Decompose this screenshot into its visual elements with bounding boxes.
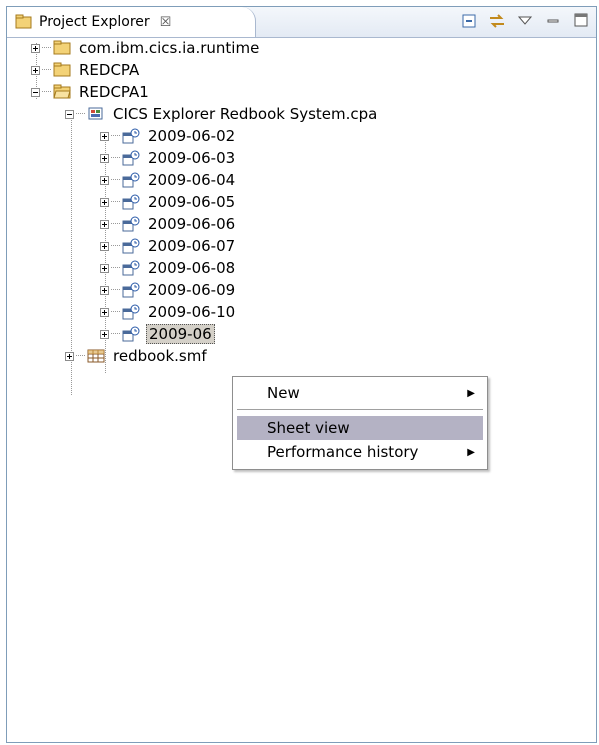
submenu-arrow-icon: ▶	[467, 446, 475, 458]
tree-item-date[interactable]: 2009-06-04	[100, 169, 237, 191]
tree-item-label: 2009-06-08	[148, 259, 236, 277]
menu-item-label: New	[267, 384, 300, 402]
close-icon[interactable]: ☒	[160, 15, 172, 30]
menu-item-label: Sheet view	[267, 419, 350, 437]
tree-item-label: 2009-06-02	[148, 127, 236, 145]
minimize-icon[interactable]	[544, 13, 562, 31]
tree-connector	[42, 91, 51, 93]
expand-icon[interactable]	[100, 285, 109, 295]
tree-item-label: 2009-06-04	[148, 171, 236, 189]
tree-connector	[111, 333, 120, 335]
calendar-clock-icon	[122, 304, 140, 320]
calendar-clock-icon	[122, 282, 140, 298]
tree-item-date[interactable]: 2009-06-08	[100, 257, 237, 279]
expand-icon[interactable]	[100, 329, 109, 339]
tree-item-date-selected[interactable]: 2009-06	[100, 323, 215, 345]
tree-connector	[111, 223, 120, 225]
collapse-all-icon[interactable]	[460, 13, 478, 31]
tab-project-explorer[interactable]: Project Explorer ☒	[7, 7, 256, 37]
open-folder-icon	[53, 84, 71, 99]
expand-icon[interactable]	[65, 351, 74, 361]
menu-item-new[interactable]: New ▶	[237, 381, 483, 405]
view-menu-icon[interactable]	[516, 13, 534, 31]
calendar-clock-icon	[122, 128, 140, 144]
calendar-clock-icon	[122, 260, 140, 276]
tree-connector	[111, 245, 120, 247]
expand-icon[interactable]	[100, 241, 109, 251]
tree-connector	[42, 69, 51, 71]
expand-icon[interactable]	[31, 65, 40, 75]
calendar-clock-icon	[122, 194, 140, 210]
tree-item-date[interactable]: 2009-06-09	[100, 279, 237, 301]
tree-item-date[interactable]: 2009-06-10	[100, 301, 237, 323]
tree-item-project[interactable]: com.ibm.cics.ia.runtime	[31, 37, 261, 59]
tree-item-label: 2009-06-06	[148, 215, 236, 233]
tree-item-label: 2009-06	[146, 324, 215, 344]
folder-icon	[53, 40, 71, 55]
expand-icon[interactable]	[100, 219, 109, 229]
expand-icon[interactable]	[31, 43, 40, 53]
folder-icon	[53, 62, 71, 77]
calendar-clock-icon	[122, 216, 140, 232]
calendar-clock-icon	[122, 150, 140, 166]
collapse-icon[interactable]	[65, 109, 74, 119]
submenu-arrow-icon: ▶	[467, 387, 475, 399]
project-explorer-view: Project Explorer ☒ com.ibm.cics.ia.runti…	[6, 6, 597, 743]
tree-item-date[interactable]: 2009-06-05	[100, 191, 237, 213]
tree-item-label: 2009-06-07	[148, 237, 236, 255]
menu-item-performance-history[interactable]: Performance history ▶	[237, 440, 483, 464]
tree-item-date[interactable]: 2009-06-03	[100, 147, 237, 169]
expand-icon[interactable]	[100, 175, 109, 185]
tree-connector	[42, 47, 51, 49]
collapse-icon[interactable]	[31, 87, 40, 97]
calendar-clock-icon	[122, 238, 140, 254]
cpa-system-icon	[88, 107, 103, 120]
maximize-icon[interactable]	[572, 13, 590, 31]
project-explorer-icon	[15, 14, 32, 29]
tree-item-date[interactable]: 2009-06-07	[100, 235, 237, 257]
tree-item-label: 2009-06-09	[148, 281, 236, 299]
menu-separator	[237, 409, 483, 410]
tree-item-label: redbook.smf	[113, 347, 207, 365]
tree-item-smf-file[interactable]: redbook.smf	[65, 345, 209, 367]
tree-item-label: 2009-06-03	[148, 149, 236, 167]
tree-item-label: 2009-06-10	[148, 303, 236, 321]
tree-connector	[111, 135, 120, 137]
tree-item-label: CICS Explorer Redbook System.cpa	[113, 105, 378, 123]
calendar-clock-icon	[122, 172, 140, 188]
expand-icon[interactable]	[100, 197, 109, 207]
view-tab-bar: Project Explorer ☒	[7, 7, 596, 38]
tree-item-project[interactable]: REDCPA1	[31, 81, 151, 103]
tree-connector	[111, 267, 120, 269]
tree-connector	[111, 179, 120, 181]
view-toolbar	[460, 12, 590, 32]
expand-icon[interactable]	[100, 131, 109, 141]
tree-connector	[111, 157, 120, 159]
tree-connector	[76, 113, 85, 115]
tree-item-label: REDCPA1	[79, 83, 149, 101]
tree-item-date[interactable]: 2009-06-02	[100, 125, 237, 147]
tree-item-project[interactable]: REDCPA	[31, 59, 141, 81]
link-with-editor-icon[interactable]	[488, 13, 506, 31]
tree-item-label: 2009-06-05	[148, 193, 236, 211]
tree-item-cpa-file[interactable]: CICS Explorer Redbook System.cpa	[65, 103, 379, 125]
expand-icon[interactable]	[100, 307, 109, 317]
expand-icon[interactable]	[100, 153, 109, 163]
calendar-clock-icon	[122, 326, 140, 342]
menu-item-label: Performance history	[267, 443, 419, 461]
tree-connector	[111, 311, 120, 313]
tree-connector	[111, 201, 120, 203]
tree-item-label: REDCPA	[79, 61, 140, 79]
table-icon	[87, 349, 105, 363]
view-title: Project Explorer	[39, 14, 150, 30]
expand-icon[interactable]	[100, 263, 109, 273]
tree-connector	[111, 289, 120, 291]
menu-item-sheet-view[interactable]: Sheet view	[237, 416, 483, 440]
context-menu: New ▶ Sheet view Performance history ▶	[232, 376, 488, 470]
tree-connector	[76, 355, 85, 357]
tree-item-date[interactable]: 2009-06-06	[100, 213, 237, 235]
tree-item-label: com.ibm.cics.ia.runtime	[79, 39, 260, 57]
